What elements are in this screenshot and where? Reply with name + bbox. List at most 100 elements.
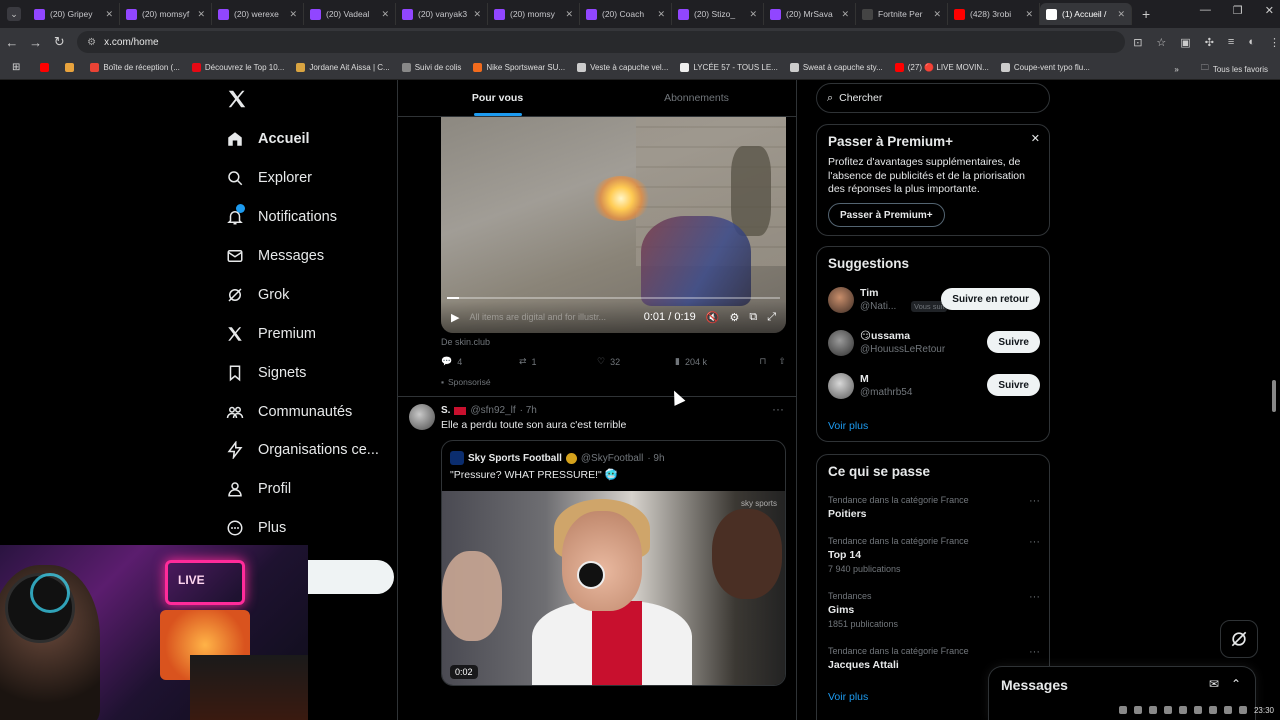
media-icon[interactable]: ≡ [1228,36,1234,49]
more-icon[interactable]: ··· [1029,536,1040,548]
suggestion-item[interactable]: Tim @Nati... Vous suit Suivre en retour [828,285,1040,315]
bookmark-item[interactable] [40,63,53,72]
browser-tab[interactable]: (20) werexe ✕ [212,3,304,25]
bookmark-item[interactable] [65,63,78,72]
restore-icon[interactable]: ❐ [1233,4,1243,17]
pip-icon[interactable]: ⧉ [749,311,757,324]
search-input[interactable]: ⌕ Chercher [816,83,1050,113]
video-progress-bar[interactable] [447,297,780,299]
menu-icon[interactable]: ⋮ [1269,36,1280,49]
follow-back-button[interactable]: Suivre en retour [941,288,1040,310]
views-button[interactable]: ▮ 204 k [675,356,753,367]
puzzle-icon[interactable]: ✣ [1205,36,1214,49]
trend-item[interactable]: Tendance dans la catégorie France Top 14… [828,536,1040,574]
nav-item-more-circle[interactable]: Plus [226,519,286,537]
ad-video-player[interactable]: ▶ All items are digital and for illustr.… [441,116,786,333]
nav-item-bell[interactable]: Notifications [226,204,337,226]
tray-icon[interactable] [1178,706,1187,714]
tab-close-icon[interactable]: ✕ [657,9,665,20]
premium-button[interactable]: Passer à Premium+ [828,203,945,227]
clock[interactable]: 23:30 [1254,706,1274,715]
more-icon[interactable]: ··· [1029,646,1040,658]
nav-item-mail[interactable]: Messages [226,247,324,265]
tab-for-you[interactable]: Pour vous [398,80,597,116]
new-tab-button[interactable]: + [1142,6,1150,22]
close-icon[interactable]: ✕ [1031,132,1040,145]
page-scrollbar[interactable] [1272,380,1276,412]
nav-item-people[interactable]: Communautés [226,403,352,421]
suggestion-item[interactable]: M @mathrb54 Suivre [828,371,1040,401]
tab-close-icon[interactable]: ✕ [105,9,113,20]
browser-tab[interactable]: (20) Coach ✕ [580,3,672,25]
follow-button[interactable]: Suivre [987,331,1040,353]
tab-close-icon[interactable]: ✕ [565,9,573,20]
new-message-icon[interactable]: ✉ [1209,677,1219,691]
more-icon[interactable]: ··· [1029,591,1040,603]
bookmark-item[interactable]: (27) 🔴 LIVE MOVIN... [894,63,989,72]
chevron-up-icon[interactable]: ⌃ [1231,677,1241,691]
tray-icon[interactable] [1118,706,1127,714]
minimize-icon[interactable]: — [1200,4,1211,17]
nav-item-home[interactable]: Accueil [226,130,310,148]
browser-tab[interactable]: (20) Gripey ✕ [28,3,120,25]
tab-close-icon[interactable]: ✕ [841,9,849,20]
bookmark-item[interactable]: Jordane Ait Aissa | C... [296,63,390,72]
url-bar[interactable]: ⚙ x.com/home [77,31,1126,53]
bookmark-item[interactable]: Veste à capuche vel... [577,63,668,72]
repost-button[interactable]: ⇄ 1 [519,356,597,367]
bookmark-item[interactable]: Suivi de colis [401,63,461,72]
tab-close-icon[interactable]: ✕ [197,9,205,20]
browser-tab[interactable]: Fortnite Per ✕ [856,3,948,25]
install-icon[interactable]: ⊡ [1133,36,1142,49]
avatar[interactable] [828,330,854,356]
more-icon[interactable]: ··· [772,402,784,416]
tweet-time[interactable]: · 7h [520,405,537,416]
reply-button[interactable]: 💬 4 [441,356,519,367]
tab-close-icon[interactable]: ✕ [933,9,941,20]
back-icon[interactable]: ← [0,35,24,50]
nav-item-lightning[interactable]: Organisations ce... [226,441,379,459]
avatar[interactable] [828,373,854,399]
extension-icon[interactable]: ▣ [1180,36,1190,49]
tab-close-icon[interactable]: ✕ [381,9,389,20]
fullscreen-icon[interactable]: ⤢ [767,311,776,324]
avatar[interactable] [828,287,854,313]
bookmark-item[interactable]: Découvrez le Top 10... [191,63,284,72]
share-icon[interactable]: ⇧ [778,356,786,367]
reload-icon[interactable]: ↻ [47,34,71,50]
avatar[interactable] [409,404,435,430]
nav-item-x[interactable]: Premium [226,325,316,343]
more-icon[interactable]: ··· [1029,495,1040,507]
browser-tab[interactable]: (20) vanyak3 ✕ [396,3,488,25]
tab-following[interactable]: Abonnements [597,80,796,116]
quoted-tweet[interactable]: Sky Sports Football @SkyFootball · 9h "P… [441,440,786,686]
close-window-icon[interactable]: ✕ [1265,4,1274,17]
tray-icon[interactable] [1238,706,1247,714]
nav-item-search[interactable]: Explorer [226,169,312,187]
tweet-handle[interactable]: @sfn92_lf [470,405,515,416]
nav-item-person[interactable]: Profil [226,480,291,498]
grok-button[interactable] [1220,620,1258,658]
nav-item-grok[interactable]: Grok [226,286,289,304]
bookmark-item[interactable]: Coupe-vent typo flu... [1000,63,1090,72]
tab-close-icon[interactable]: ✕ [473,9,481,20]
nav-item-bookmark[interactable]: Signets [226,364,306,382]
bookmark-icon[interactable]: ⊓ [759,356,766,367]
trend-item[interactable]: Tendance dans la catégorie France Poitie… [828,495,1040,520]
bookmark-item[interactable]: Sweat à capuche sty... [789,63,883,72]
browser-tab[interactable]: (20) MrSava ✕ [764,3,856,25]
quote-video[interactable]: sky sports 0:02 [442,491,785,685]
play-icon[interactable]: ▶ [451,311,459,324]
browser-tab[interactable]: (428) 3robi ✕ [948,3,1040,25]
tab-close-icon[interactable]: ✕ [749,9,757,20]
tab-search-icon[interactable]: ⌄ [7,7,21,21]
like-button[interactable]: ♡ 32 [597,356,675,367]
tray-icon[interactable] [1223,706,1232,714]
settings-icon[interactable]: ⚙ [729,311,739,324]
x-logo-icon[interactable] [226,88,248,110]
tray-icon[interactable] [1133,706,1142,714]
forward-icon[interactable]: → [24,35,48,50]
see-more-trends-link[interactable]: Voir plus [828,691,868,703]
chevron-right-icon[interactable]: » [1174,65,1178,74]
tab-close-icon[interactable]: ✕ [1025,9,1033,20]
